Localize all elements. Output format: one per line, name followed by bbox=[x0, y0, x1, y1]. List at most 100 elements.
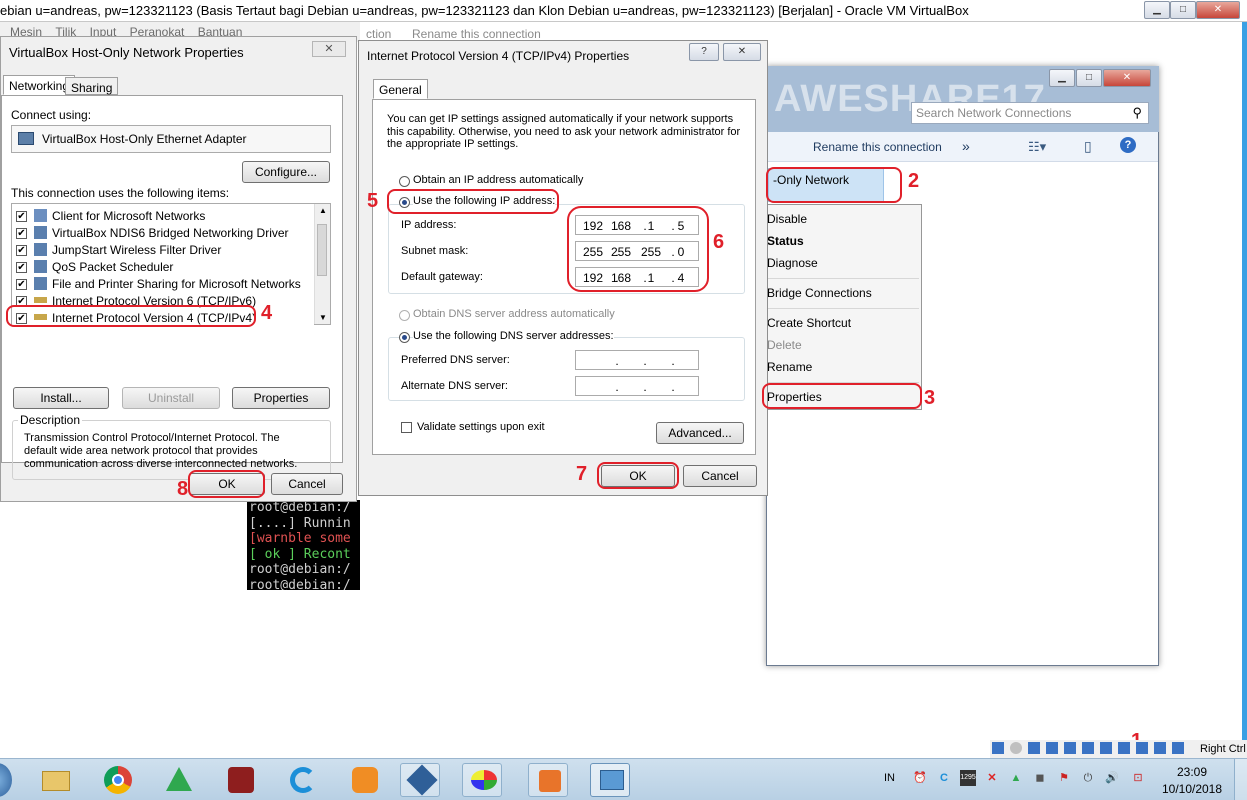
item-checkbox[interactable]: ✔ bbox=[16, 279, 27, 290]
ctx-rename[interactable]: Rename bbox=[767, 360, 812, 374]
netconn-minimize-button[interactable]: ▁ bbox=[1049, 69, 1075, 87]
advanced-button[interactable]: Advanced... bbox=[656, 422, 744, 444]
ccleaner-icon[interactable] bbox=[282, 763, 322, 797]
display-icon[interactable] bbox=[1100, 742, 1112, 754]
ctx-bridge[interactable]: Bridge Connections bbox=[767, 286, 872, 300]
tray-clock-app-icon[interactable]: ⏰ bbox=[912, 770, 928, 786]
volume-icon[interactable]: 🔊 bbox=[1104, 770, 1120, 786]
uninstall-button[interactable]: Uninstall bbox=[122, 387, 220, 409]
network-tray-icon[interactable]: ⊡ bbox=[1130, 770, 1146, 786]
start-button[interactable] bbox=[0, 763, 12, 797]
tab-sharing[interactable]: Sharing bbox=[65, 77, 119, 95]
preferred-dns-field[interactable]: ... bbox=[575, 350, 699, 370]
media-player-icon[interactable] bbox=[528, 763, 568, 797]
ctx-create-shortcut[interactable]: Create Shortcut bbox=[767, 316, 851, 330]
list-item[interactable]: ✔ QoS Packet Scheduler bbox=[12, 259, 314, 276]
optical-icon[interactable] bbox=[1010, 742, 1022, 754]
annotation-box-5 bbox=[387, 189, 559, 214]
auto-dns-radio[interactable] bbox=[399, 310, 410, 321]
clock-time[interactable]: 23:09 bbox=[1160, 765, 1224, 779]
tab-general[interactable]: General bbox=[373, 79, 428, 99]
scroll-thumb[interactable] bbox=[317, 224, 327, 276]
file-explorer-icon[interactable] bbox=[36, 763, 76, 797]
item-checkbox[interactable]: ✔ bbox=[16, 262, 27, 273]
audio-icon[interactable] bbox=[1028, 742, 1040, 754]
description-label: Description bbox=[18, 413, 83, 427]
networking-panel: Connect using: VirtualBox Host-Only Ethe… bbox=[1, 95, 343, 480]
toolbar-more-button[interactable]: » bbox=[962, 138, 970, 154]
netconn-toolbar: Rename this connection » ☷▾ ▯ ? bbox=[766, 132, 1158, 162]
minimize-button[interactable]: ▁ bbox=[1144, 1, 1170, 19]
mouse-icon[interactable] bbox=[1154, 742, 1166, 754]
tray-device-icon[interactable]: ◼ bbox=[1032, 770, 1048, 786]
list-item[interactable]: ✔ Client for Microsoft Networks bbox=[12, 208, 314, 225]
terminal-line: [....] Runnin bbox=[249, 515, 351, 531]
manual-dns-radio[interactable] bbox=[399, 332, 410, 343]
item-checkbox[interactable]: ✔ bbox=[16, 245, 27, 256]
virtualbox-icon[interactable] bbox=[400, 763, 440, 797]
item-checkbox[interactable]: ✔ bbox=[16, 228, 27, 239]
ctx-delete[interactable]: Delete bbox=[767, 338, 802, 352]
ipv4-close-button[interactable]: ✕ bbox=[723, 43, 761, 61]
ctx-status[interactable]: Status bbox=[767, 234, 804, 248]
tray-flag-icon[interactable]: ⚑ bbox=[1056, 770, 1072, 786]
rename-connection-button[interactable]: Rename this connection bbox=[813, 140, 942, 154]
clock-date[interactable]: 10/10/2018 bbox=[1158, 782, 1226, 796]
items-scrollbar[interactable]: ▲ ▼ bbox=[314, 204, 330, 324]
ip-address-label: IP address: bbox=[401, 219, 457, 231]
tray-ccleaner-icon[interactable]: C bbox=[936, 770, 952, 786]
usb-icon[interactable] bbox=[1064, 742, 1076, 754]
validate-checkbox[interactable] bbox=[401, 422, 412, 433]
uc-browser-icon[interactable] bbox=[344, 763, 384, 797]
tray-green-icon[interactable]: ▲ bbox=[1008, 770, 1024, 786]
chrome-icon[interactable] bbox=[98, 763, 138, 797]
show-desktop-button[interactable] bbox=[1234, 759, 1247, 800]
network-app-icon[interactable] bbox=[590, 763, 630, 797]
hostonly-properties-dialog: VirtualBox Host-Only Network Properties … bbox=[0, 36, 357, 502]
configure-button[interactable]: Configure... bbox=[242, 161, 330, 183]
dialog-close-button[interactable]: ✕ bbox=[312, 41, 346, 57]
capture-icon[interactable] bbox=[1118, 742, 1130, 754]
tray-red-x-icon[interactable]: ✕ bbox=[984, 770, 1000, 786]
install-button[interactable]: Install... bbox=[13, 387, 109, 409]
cancel-button[interactable]: Cancel bbox=[271, 473, 343, 495]
list-item[interactable]: ✔ File and Printer Sharing for Microsoft … bbox=[12, 276, 314, 293]
keyboard-icon[interactable] bbox=[1172, 742, 1184, 754]
properties-button[interactable]: Properties bbox=[232, 387, 330, 409]
item-checkbox[interactable]: ✔ bbox=[16, 211, 27, 222]
vtx-icon[interactable] bbox=[1136, 742, 1148, 754]
ctx-diagnose[interactable]: Diagnose bbox=[767, 256, 818, 270]
tray-counter-icon[interactable]: 1295 bbox=[960, 770, 976, 786]
network-icon[interactable] bbox=[1046, 742, 1058, 754]
preview-pane-icon[interactable]: ▯ bbox=[1084, 138, 1092, 155]
alternate-dns-field[interactable]: ... bbox=[575, 376, 699, 396]
adapter-box: VirtualBox Host-Only Ethernet Adapter bbox=[11, 125, 331, 153]
paint-icon[interactable] bbox=[462, 763, 502, 797]
scroll-up-icon[interactable]: ▲ bbox=[319, 206, 327, 215]
ctx-disable[interactable]: Disable bbox=[767, 212, 807, 226]
search-icon[interactable]: ⚲ bbox=[1132, 105, 1142, 121]
search-box[interactable]: Search Network Connections ⚲ bbox=[911, 102, 1149, 124]
scroll-down-icon[interactable]: ▼ bbox=[319, 313, 327, 322]
help-button[interactable]: ? bbox=[689, 43, 719, 61]
list-item[interactable]: ✔ VirtualBox NDIS6 Bridged Networking Dri… bbox=[12, 225, 314, 242]
view-options-icon[interactable]: ☷▾ bbox=[1028, 139, 1046, 155]
netconn-maximize-button[interactable]: □ bbox=[1076, 69, 1102, 87]
list-item[interactable]: ✔ JumpStart Wireless Filter Driver bbox=[12, 242, 314, 259]
auto-ip-radio[interactable] bbox=[399, 176, 410, 187]
shared-folders-icon[interactable] bbox=[1082, 742, 1094, 754]
netconn-header: ▁ □ ✕ AWESHARE17 Search Network Connecti… bbox=[766, 66, 1159, 132]
app-red-icon[interactable] bbox=[220, 763, 260, 797]
ipv4-cancel-button[interactable]: Cancel bbox=[683, 465, 757, 487]
connect-using-label: Connect using: bbox=[11, 108, 92, 122]
help-icon[interactable]: ? bbox=[1120, 137, 1136, 153]
app-green-icon[interactable] bbox=[158, 763, 198, 797]
network-driver-icon bbox=[34, 243, 47, 256]
hdd-icon[interactable] bbox=[992, 742, 1004, 754]
language-indicator[interactable]: IN bbox=[884, 772, 895, 784]
auto-ip-label: Obtain an IP address automatically bbox=[413, 174, 584, 186]
close-button[interactable]: ✕ bbox=[1196, 1, 1240, 19]
tray-power-icon[interactable]: ⏻ bbox=[1080, 770, 1096, 786]
netconn-close-button[interactable]: ✕ bbox=[1103, 69, 1151, 87]
maximize-button[interactable]: □ bbox=[1170, 1, 1196, 19]
